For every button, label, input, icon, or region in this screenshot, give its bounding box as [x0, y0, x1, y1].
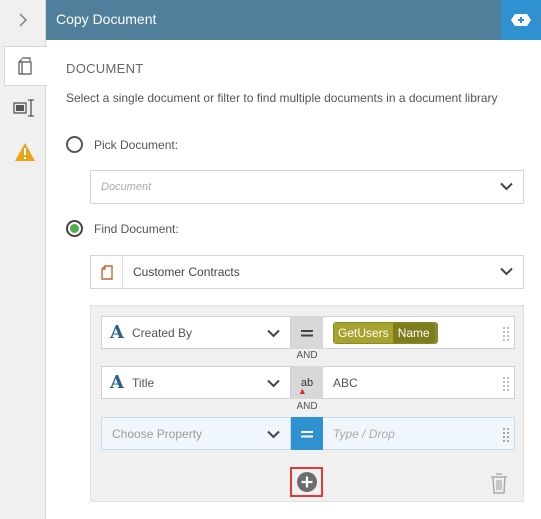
token-source: GetUsers — [334, 322, 393, 343]
side-tab-strip — [0, 0, 47, 519]
chevron-down-icon — [500, 267, 513, 276]
document-select[interactable]: Document — [90, 170, 524, 204]
document-select-placeholder: Document — [101, 181, 152, 193]
value-field[interactable]: GetUsers Name — [323, 316, 515, 349]
delete-condition-button[interactable] — [490, 472, 508, 497]
header-action-button[interactable] — [501, 0, 541, 40]
add-condition-button[interactable] — [290, 467, 323, 497]
text-property-icon: A — [110, 372, 124, 393]
add-tag-icon — [511, 14, 531, 26]
chevron-down-icon — [267, 379, 280, 388]
section-title: DOCUMENT — [66, 61, 144, 76]
equals-operator[interactable] — [291, 417, 323, 450]
find-document-label: Find Document: — [94, 221, 179, 236]
pick-document-label: Pick Document: — [94, 137, 179, 152]
drag-handle-icon[interactable] — [502, 427, 510, 442]
panel-header: Copy Document — [46, 0, 541, 40]
find-document-option[interactable]: Find Document: — [66, 220, 179, 237]
chevron-down-icon — [267, 430, 280, 439]
trash-icon — [491, 473, 507, 494]
drag-handle-icon[interactable] — [502, 326, 510, 341]
text-match-icon: ab ▲ — [297, 376, 314, 396]
property-select[interactable]: A Title — [101, 366, 291, 399]
value-text: ABC — [333, 375, 358, 390]
tab-form-field[interactable] — [4, 88, 46, 128]
value-token[interactable]: GetUsers Name — [333, 321, 436, 344]
value-field[interactable]: Type / Drop — [323, 417, 515, 450]
document-library-icon — [100, 264, 113, 280]
contains-operator[interactable]: ab ▲ — [291, 366, 323, 399]
property-select[interactable]: A Created By — [101, 316, 291, 349]
text-property-icon: A — [110, 322, 124, 343]
property-label: Created By — [132, 325, 193, 340]
library-select-value: Customer Contracts — [133, 265, 240, 279]
tab-document[interactable] — [4, 46, 47, 86]
plus-circle-icon — [296, 472, 317, 492]
value-field[interactable]: ABC — [323, 366, 515, 399]
equals-operator[interactable] — [291, 316, 323, 349]
library-icon-box — [91, 256, 123, 288]
section-description: Select a single document or filter to fi… — [66, 91, 498, 105]
find-document-radio[interactable] — [66, 220, 83, 237]
chevron-right-icon — [19, 13, 28, 27]
property-placeholder: Choose Property — [112, 426, 203, 441]
panel-title: Copy Document — [56, 11, 157, 27]
chevron-down-icon — [500, 182, 513, 191]
condition-row: Choose Property Type / Drop — [101, 417, 515, 450]
condition-row: A Title ab ▲ ABC — [101, 366, 515, 399]
form-field-icon — [13, 99, 34, 117]
tab-warnings[interactable] — [4, 132, 46, 172]
equals-icon — [301, 329, 313, 336]
drag-handle-icon[interactable] — [502, 376, 510, 391]
and-separator: AND — [296, 401, 318, 412]
document-settings: DOCUMENT Select a single document or fil… — [47, 40, 541, 519]
pick-document-radio[interactable] — [66, 136, 83, 153]
equals-icon — [301, 430, 313, 437]
and-separator: AND — [296, 350, 318, 361]
property-select[interactable]: Choose Property — [101, 417, 291, 450]
warning-icon — [15, 143, 35, 161]
token-field: Name — [392, 322, 435, 343]
pick-document-option[interactable]: Pick Document: — [66, 136, 178, 153]
library-select[interactable]: Customer Contracts — [90, 255, 524, 289]
expand-panel-button[interactable] — [0, 0, 46, 40]
document-icon — [18, 57, 32, 75]
property-label: Title — [132, 375, 155, 390]
chevron-down-icon — [267, 329, 280, 338]
condition-row: A Created By GetUsers Name — [101, 316, 515, 349]
value-placeholder: Type / Drop — [333, 426, 395, 441]
